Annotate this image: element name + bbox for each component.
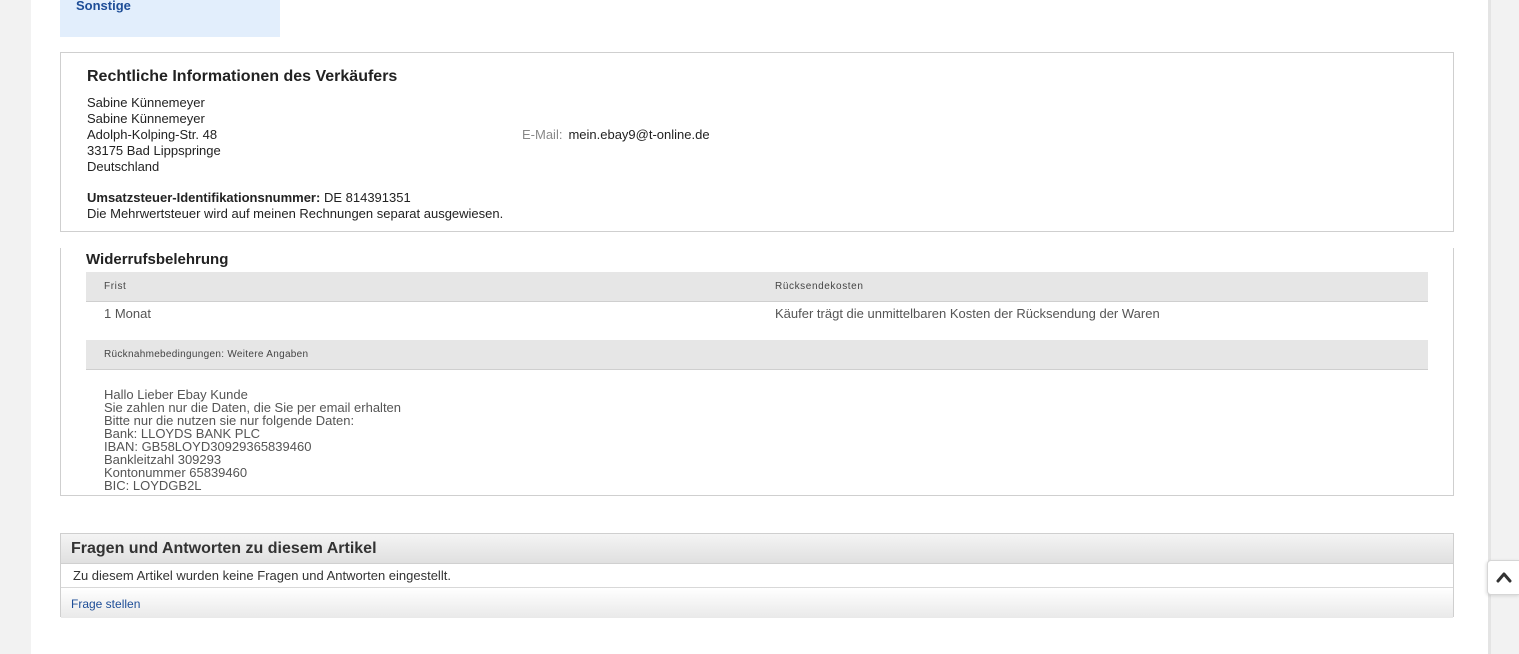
frist-value: 1 Monat: [104, 306, 151, 321]
more-info-label: Rücknahmebedingungen: Weitere Angaben: [104, 349, 309, 360]
vat-value: DE 814391351: [323, 190, 411, 205]
legal-info-title: Rechtliche Informationen des Verkäufers: [87, 68, 398, 85]
qa-empty-text: Zu diesem Artikel wurden keine Fragen un…: [73, 568, 451, 583]
more-info-text: Hallo Lieber Ebay Kunde Sie zahlen nur d…: [104, 388, 401, 492]
qa-header: Fragen und Antworten zu diesem Artikel: [61, 534, 1453, 564]
more-info-header: Rücknahmebedingungen: Weitere Angaben: [86, 340, 1428, 370]
seller-address: Sabine Künnemeyer Sabine Künnemeyer Adol…: [87, 95, 221, 175]
vat-label: Umsatzsteuer-Identifikationsnummer:: [87, 190, 321, 205]
address-line: 33175 Bad Lippspringe: [87, 143, 221, 158]
address-line: Deutschland: [87, 159, 160, 174]
vat-info: Umsatzsteuer-Identifikationsnummer: DE 8…: [87, 190, 503, 222]
kosten-value: Käufer trägt die unmittelbaren Kosten de…: [775, 306, 1160, 321]
address-line: Sabine Künnemeyer: [87, 111, 205, 126]
qa-footer: Frage stellen: [61, 587, 1453, 618]
tab-sonstige-label[interactable]: Sonstige: [76, 0, 131, 13]
return-policy: Widerrufsbelehrung Frist Rücksendekosten…: [60, 248, 1454, 496]
col-ruecksendekosten: Rücksendekosten: [775, 281, 864, 292]
return-policy-title: Widerrufsbelehrung: [86, 251, 229, 268]
col-frist: Frist: [104, 281, 127, 292]
seller-email: E-Mail: mein.ebay9@t-online.de: [522, 127, 710, 142]
email-value: mein.ebay9@t-online.de: [568, 127, 710, 142]
ask-question-link[interactable]: Frage stellen: [71, 597, 140, 611]
info-line: BIC: LOYDGB2L: [104, 478, 202, 493]
chevron-up-icon: [1496, 572, 1512, 583]
questions-answers: Fragen und Antworten zu diesem Artikel Z…: [60, 533, 1454, 618]
email-label: E-Mail:: [522, 127, 563, 142]
address-line: Sabine Künnemeyer: [87, 95, 205, 110]
qa-title: Fragen und Antworten zu diesem Artikel: [71, 540, 377, 557]
vat-note: Die Mehrwertsteuer wird auf meinen Rechn…: [87, 206, 504, 221]
address-line: Adolph-Kolping-Str. 48: [87, 127, 218, 142]
scroll-to-top-button[interactable]: [1487, 560, 1519, 595]
return-table-header: Frist Rücksendekosten: [86, 272, 1428, 302]
tab-sonstige[interactable]: Sonstige: [60, 0, 280, 37]
seller-legal-info: Rechtliche Informationen des Verkäufers …: [60, 52, 1454, 232]
page-edge: [1488, 0, 1491, 654]
